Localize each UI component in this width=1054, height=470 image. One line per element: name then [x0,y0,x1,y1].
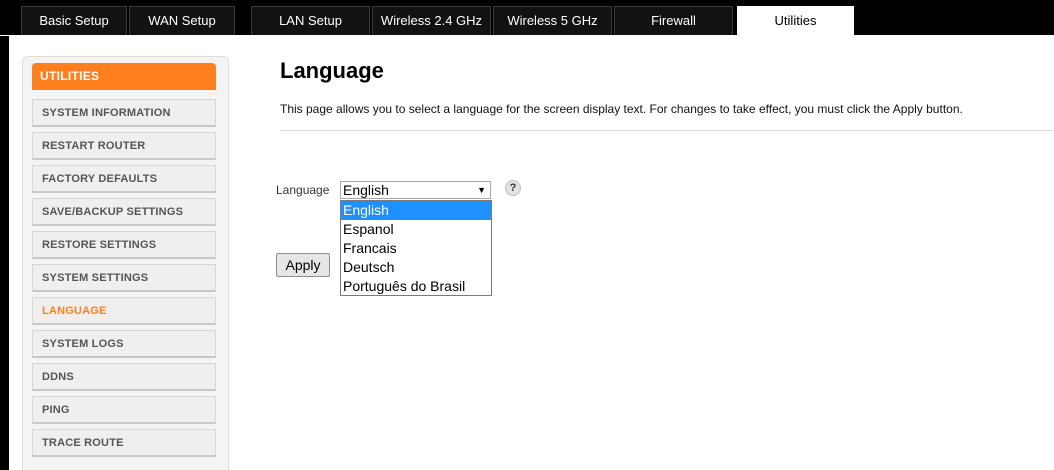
sidebar-item-save-backup-settings[interactable]: SAVE/BACKUP SETTINGS [32,198,216,226]
tab-firewall[interactable]: Firewall [614,6,733,36]
sidebar-item-factory-defaults[interactable]: FACTORY DEFAULTS [32,165,216,193]
tab-lan-setup[interactable]: LAN Setup [251,6,370,36]
language-option-deutsch[interactable]: Deutsch [341,258,491,277]
tab-basic-setup[interactable]: Basic Setup [21,6,127,36]
language-option-english[interactable]: English [341,201,491,220]
language-select[interactable]: English ▼ [340,181,491,199]
sidebar-header: UTILITIES [32,63,216,90]
sidebar-item-language[interactable]: LANGUAGE [32,297,216,325]
top-navigation: Basic Setup WAN Setup LAN Setup Wireless… [0,0,1054,37]
language-dropdown-list: English Espanol Francais Deutsch Portugu… [340,200,492,296]
sidebar-item-trace-route[interactable]: TRACE ROUTE [32,429,216,457]
sidebar-item-system-settings[interactable]: SYSTEM SETTINGS [32,264,216,292]
language-option-espanol[interactable]: Espanol [341,220,491,239]
sidebar-item-ping[interactable]: PING [32,396,216,424]
tab-utilities[interactable]: Utilities [737,6,854,37]
sidebar-item-restore-settings[interactable]: RESTORE SETTINGS [32,231,216,259]
nav-divider [0,35,1054,37]
page-title: Language [280,58,384,83]
sidebar: UTILITIES SYSTEM INFORMATION RESTART ROU… [22,56,229,470]
help-icon[interactable]: ? [505,180,521,196]
language-label: Language [276,183,330,197]
chevron-down-icon: ▼ [477,185,486,195]
tab-wireless-5ghz[interactable]: Wireless 5 GHz [493,6,612,36]
sidebar-item-restart-router[interactable]: RESTART ROUTER [32,132,216,160]
language-option-francais[interactable]: Francais [341,239,491,258]
tab-wireless-24ghz[interactable]: Wireless 2.4 GHz [372,6,491,36]
language-select-value: English [343,182,389,198]
tab-wan-setup[interactable]: WAN Setup [129,6,235,36]
router-utilities-page: Basic Setup WAN Setup LAN Setup Wireless… [0,0,1054,470]
page-description: This page allows you to select a languag… [280,102,963,116]
content-divider [280,130,1054,131]
apply-button[interactable]: Apply [276,253,330,277]
sidebar-item-ddns[interactable]: DDNS [32,363,216,391]
sidebar-item-system-information[interactable]: SYSTEM INFORMATION [32,99,216,127]
left-frame-border [0,36,9,470]
language-option-portugues-brasil[interactable]: Português do Brasil [341,277,491,296]
sidebar-item-system-logs[interactable]: SYSTEM LOGS [32,330,216,358]
